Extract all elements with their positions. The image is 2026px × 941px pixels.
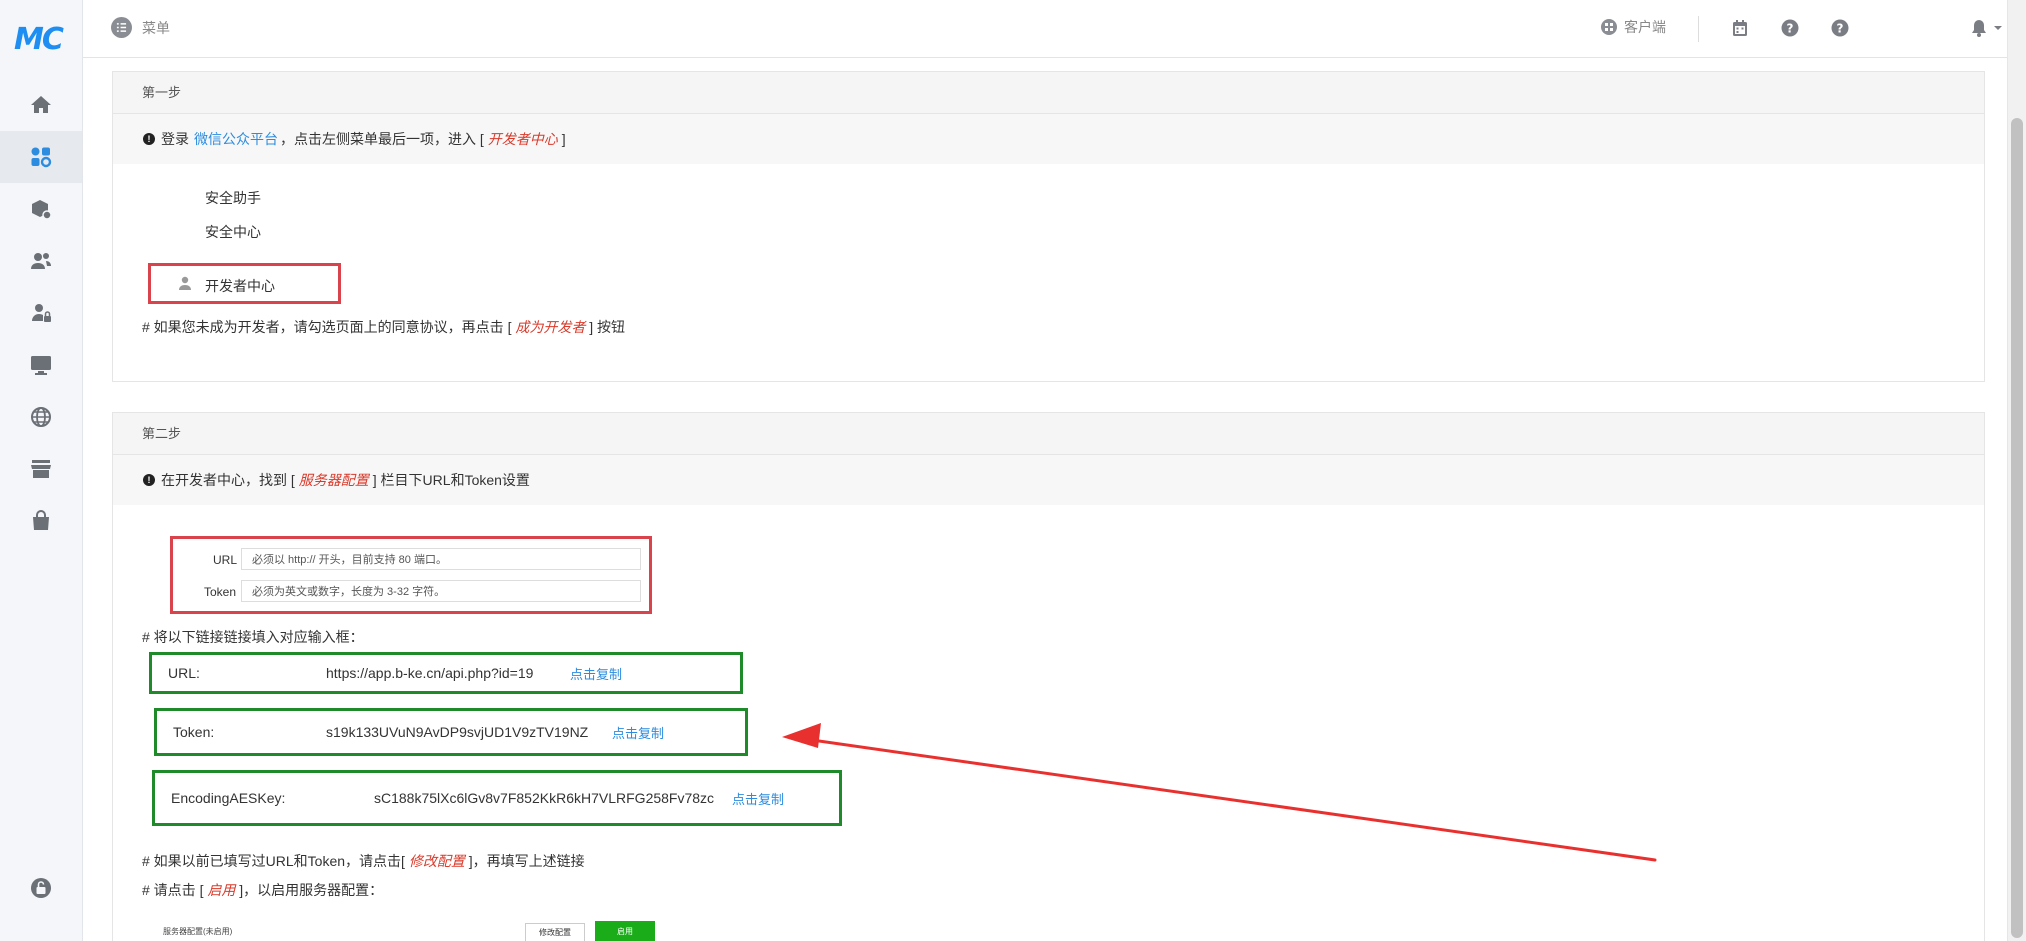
home-icon — [31, 96, 51, 113]
token-field-row: Token: s19k133UVuN9AvDP9svjUD1V9zTV19NZ … — [154, 708, 748, 756]
wechat-platform-link[interactable]: 微信公众平台 — [194, 129, 278, 149]
list-icon — [111, 17, 132, 38]
url-field-value[interactable]: https://app.b-ke.cn/api.php?id=19 — [326, 665, 533, 681]
developer-center-highlight: 开发者中心 — [148, 263, 341, 304]
header-divider — [1698, 16, 1699, 42]
modify-note-em: 修改配置 — [408, 853, 465, 869]
step1-info-suffix: ] — [561, 131, 566, 147]
sidebar-item-users[interactable] — [0, 235, 82, 287]
server-config-screenshot-highlight: URL 必须以 http:// 开头，目前支持 80 端口。 Token 必须为… — [170, 536, 652, 614]
screenshot-url-label: URL — [213, 553, 238, 567]
sidebar-item-monitor[interactable] — [0, 339, 82, 391]
monitor-icon — [31, 356, 51, 375]
step2-title: 第二步 — [113, 413, 1984, 455]
modify-note-prefix: # 如果以前已填写过URL和Token，请点击[ — [142, 853, 405, 869]
mini-modify-button: 修改配置 — [525, 923, 585, 941]
bell-icon — [1972, 20, 1986, 37]
copy-url-link[interactable]: 点击复制 — [570, 664, 622, 683]
scrollbar-thumb[interactable] — [2011, 118, 2023, 938]
svg-text:?: ? — [1787, 22, 1794, 36]
fill-links-note: # 将以下链接链接填入对应输入框： — [142, 629, 364, 645]
globe-icon — [31, 407, 51, 427]
enable-note-prefix: # 请点击 [ — [142, 882, 204, 898]
aeskey-field-label: EncodingAESKey: — [171, 790, 286, 806]
mini-server-config-title: 服务器配置(未启用) — [163, 927, 233, 936]
enable-note-suffix: ]，以启用服务器配置： — [239, 882, 384, 898]
package-icon — [32, 200, 52, 220]
sidebar-item-package[interactable] — [0, 183, 82, 235]
sidebar-item-store[interactable] — [0, 443, 82, 495]
step1-info-em: 开发者中心 — [487, 131, 558, 147]
sidebar: MC — [0, 0, 83, 941]
user-icon — [179, 276, 191, 290]
developer-center-label: 开发者中心 — [205, 278, 275, 294]
token-field-label: Token: — [173, 724, 215, 740]
step1-title: 第一步 — [113, 72, 1984, 114]
step2-info-prefix: 在开发者中心，找到 [ — [161, 472, 295, 488]
client-button[interactable]: 客户端 — [1601, 17, 1666, 37]
aeskey-field-value[interactable]: sC188k75lXc6lGv8v7F852KkR6kH7VLRFG258Fv7… — [374, 790, 714, 806]
step1-note: # 如果您未成为开发者，请勾选页面上的同意协议，再点击 [ 成为开发者 ] 按钮 — [142, 317, 625, 337]
app-logo[interactable]: MC — [14, 22, 64, 57]
url-field-label: URL: — [168, 665, 200, 681]
copy-token-link[interactable]: 点击复制 — [612, 723, 664, 742]
info-icon: ! — [143, 474, 155, 486]
step2-info-suffix: ] 栏目下URL和Token设置 — [372, 472, 530, 488]
sidebar-item-globe[interactable] — [0, 391, 82, 443]
aeskey-field-row: EncodingAESKey: sC188k75lXc6lGv8v7F852Kk… — [152, 770, 842, 826]
url-field-row: URL: https://app.b-ke.cn/api.php?id=19 点… — [149, 652, 743, 694]
screenshot-url-input: 必须以 http:// 开头，目前支持 80 端口。 — [241, 548, 641, 570]
sidebar-item-bag[interactable] — [0, 495, 82, 547]
calendar-icon — [1733, 20, 1747, 36]
help-button-2[interactable]: ? — [1830, 18, 1850, 38]
question-icon: ? — [1831, 19, 1849, 37]
screenshot-token-input: 必须为英文或数字，长度为 3-32 字符。 — [241, 580, 641, 602]
enable-config-note: # 请点击 [ 启用 ]，以启用服务器配置： — [142, 880, 383, 900]
sidebar-item-user-lock[interactable] — [0, 287, 82, 339]
question-icon: ? — [1781, 19, 1799, 37]
user-lock-icon — [32, 304, 51, 322]
users-icon — [31, 253, 51, 269]
screenshot-token-label: Token — [204, 585, 237, 599]
menu-item-security-center: 安全中心 — [205, 224, 261, 240]
token-field-value[interactable]: s19k133UVuN9AvDP9svjUD1V9zTV19NZ — [326, 724, 588, 740]
page-scrollbar[interactable] — [2007, 0, 2026, 941]
mini-enable-button: 启用 — [595, 921, 655, 941]
modify-config-note: # 如果以前已填写过URL和Token，请点击[ 修改配置 ]，再填写上述链接 — [142, 851, 585, 871]
svg-text:?: ? — [1837, 22, 1844, 36]
menu-toggle-button[interactable]: 菜单 — [111, 17, 170, 38]
info-icon: ! — [143, 133, 155, 145]
sidebar-item-unlock[interactable] — [0, 862, 82, 914]
top-header: 菜单 客户端 ? ? — [83, 0, 2008, 58]
help-button[interactable]: ? — [1780, 18, 1800, 38]
sidebar-item-home[interactable] — [0, 79, 82, 131]
unlock-icon — [31, 878, 51, 898]
main-content: 第一步 ! 登录 微信公众平台 ，点击左侧菜单最后一项，进入 [ 开发者中心 ]… — [83, 58, 2008, 941]
client-icon — [1601, 19, 1617, 35]
step2-info: ! 在开发者中心，找到 [ 服务器配置 ] 栏目下URL和Token设置 — [113, 455, 1984, 505]
step1-note-suffix: ] 按钮 — [589, 319, 626, 335]
modify-note-suffix: ]，再填写上述链接 — [468, 853, 585, 869]
step1-note-prefix: # 如果您未成为开发者，请勾选页面上的同意协议，再点击 [ — [142, 319, 512, 335]
notifications-dropdown[interactable] — [1969, 18, 2002, 38]
step1-panel: 第一步 ! 登录 微信公众平台 ，点击左侧菜单最后一项，进入 [ 开发者中心 ]… — [112, 71, 1985, 382]
bag-icon — [33, 510, 49, 530]
calendar-button[interactable] — [1730, 18, 1750, 38]
client-label: 客户端 — [1624, 19, 1666, 35]
step2-info-em: 服务器配置 — [298, 472, 369, 488]
store-icon — [31, 460, 51, 478]
step1-info: ! 登录 微信公众平台 ，点击左侧菜单最后一项，进入 [ 开发者中心 ] — [113, 114, 1984, 164]
step1-note-em: 成为开发者 — [515, 319, 586, 335]
step2-panel: 第二步 ! 在开发者中心，找到 [ 服务器配置 ] 栏目下URL和Token设置… — [112, 412, 1985, 941]
sidebar-item-apps[interactable] — [0, 131, 82, 183]
menu-item-security-assistant: 安全助手 — [205, 190, 261, 206]
step1-info-mid: ，点击左侧菜单最后一项，进入 [ — [280, 131, 484, 147]
copy-aeskey-link[interactable]: 点击复制 — [732, 789, 784, 808]
menu-label: 菜单 — [142, 19, 170, 36]
enable-note-em: 启用 — [207, 882, 236, 898]
step1-info-prefix: 登录 — [161, 131, 189, 147]
apps-icon — [31, 147, 52, 168]
caret-down-icon — [1994, 26, 2002, 30]
